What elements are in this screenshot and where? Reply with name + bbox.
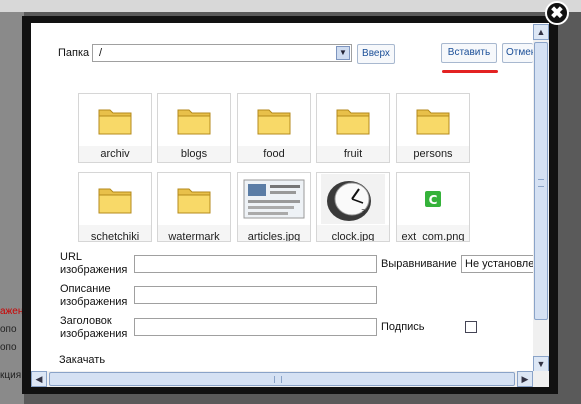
scrollbar-corner <box>533 371 549 387</box>
green-c-icon: C <box>397 173 469 225</box>
caption-checkbox[interactable] <box>465 321 477 333</box>
file-name: archiv <box>100 148 130 160</box>
align-select[interactable]: Не установле <box>461 255 535 273</box>
svg-text:3: 3 <box>361 208 365 216</box>
file-name: clock.jpg <box>331 231 375 242</box>
vertical-scroll-thumb[interactable] <box>534 42 548 320</box>
folder-icon <box>238 94 310 146</box>
cancel-button[interactable]: Отмен <box>502 43 533 63</box>
upload-label: Закачать <box>59 354 106 366</box>
folder-select-value: / <box>99 47 103 59</box>
file-tile[interactable]: fruit <box>316 93 390 163</box>
folder-select[interactable]: / ▼ <box>92 44 352 62</box>
chevron-down-icon[interactable]: ▼ <box>336 46 350 60</box>
folder-label: Папка <box>58 47 90 59</box>
scroll-right-icon[interactable]: ▶ <box>517 371 533 387</box>
horizontal-scrollbar[interactable]: ◀ ▶ <box>31 371 533 387</box>
editor-toolbar-background <box>0 0 581 12</box>
title-label: Заголовок <box>60 315 112 327</box>
grip-icon <box>274 376 282 383</box>
background-text: ажен <box>0 306 24 317</box>
align-label: Выравнивание <box>381 258 457 270</box>
image-thumbnail-icon <box>238 173 310 225</box>
folder-icon <box>317 94 389 146</box>
background-text: кция <box>0 370 22 381</box>
grip-icon <box>538 179 544 187</box>
file-tile[interactable]: C ext_com.png <box>396 172 470 242</box>
url-label: URL <box>60 251 83 263</box>
url-label: изображения <box>60 264 128 276</box>
horizontal-scroll-thumb[interactable] <box>49 372 515 386</box>
file-name: persons <box>413 148 453 160</box>
folder-icon <box>158 94 230 146</box>
file-name: schetchiki <box>90 231 140 242</box>
file-tile[interactable]: blogs <box>157 93 231 163</box>
caption-label: Подпись <box>381 321 425 333</box>
background-text: опо <box>0 324 17 335</box>
scroll-down-icon[interactable]: ▼ <box>533 356 549 372</box>
clock-thumbnail-icon: 3 <box>317 173 389 225</box>
file-name: watermark <box>168 231 220 242</box>
file-tile[interactable]: schetchiki <box>78 172 152 242</box>
description-input[interactable] <box>134 286 377 304</box>
file-name: food <box>263 148 285 160</box>
up-button[interactable]: Вверх <box>357 44 395 64</box>
close-button[interactable]: ✖ <box>545 1 569 25</box>
url-input[interactable] <box>134 255 377 273</box>
insert-button[interactable]: Вставить <box>441 43 497 63</box>
description-label: изображения <box>60 296 128 308</box>
title-input[interactable] <box>134 318 377 336</box>
file-tile[interactable]: watermark <box>157 172 231 242</box>
folder-icon <box>397 94 469 146</box>
file-tile[interactable]: archiv <box>78 93 152 163</box>
svg-text:C: C <box>429 193 438 207</box>
highlight-underline <box>442 70 498 73</box>
vertical-scrollbar[interactable]: ▲ ▼ <box>533 24 549 372</box>
file-tile[interactable]: persons <box>396 93 470 163</box>
background-text: опо <box>0 342 17 353</box>
scroll-left-icon[interactable]: ◀ <box>31 371 47 387</box>
file-tile[interactable]: articles.jpg <box>237 172 311 242</box>
file-name: fruit <box>343 148 363 160</box>
description-label: Описание <box>60 283 111 295</box>
file-tile[interactable]: 3 clock.jpg <box>316 172 390 242</box>
file-name: articles.jpg <box>247 231 301 242</box>
file-name: ext_com.png <box>401 231 465 242</box>
folder-icon <box>158 173 230 225</box>
folder-icon <box>79 173 151 225</box>
title-label: изображения <box>60 328 128 340</box>
file-name: blogs <box>180 148 208 160</box>
file-tile[interactable]: food <box>237 93 311 163</box>
folder-icon <box>79 94 151 146</box>
scroll-up-icon[interactable]: ▲ <box>533 24 549 40</box>
